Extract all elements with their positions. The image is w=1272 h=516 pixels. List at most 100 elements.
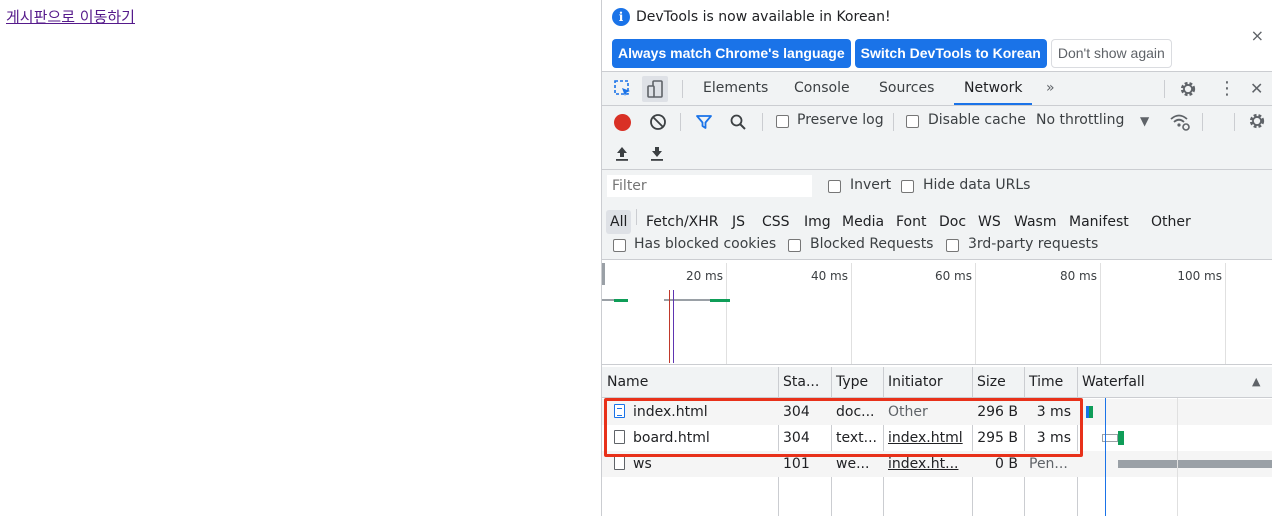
invert-label: Invert xyxy=(850,177,892,193)
overview-gridline xyxy=(851,263,852,364)
board-link[interactable]: 게시판으로 이동하기 xyxy=(6,6,135,27)
file-icon xyxy=(614,456,625,470)
load-event-line xyxy=(669,290,670,363)
column-status[interactable]: Sta... xyxy=(778,367,831,397)
type-filter-divider xyxy=(636,209,637,225)
inspect-element-icon[interactable] xyxy=(610,76,636,102)
settings-gear-icon[interactable] xyxy=(1175,76,1201,102)
resource-type-filters: All Fetch/XHR JS CSS Img Media Font Doc … xyxy=(602,204,1272,234)
search-icon[interactable] xyxy=(729,113,747,135)
type-filter-other[interactable]: Other xyxy=(1151,210,1191,234)
waterfall-bar xyxy=(1118,460,1272,468)
has-blocked-cookies-checkbox[interactable] xyxy=(613,239,626,252)
column-name[interactable]: Name xyxy=(602,367,778,397)
overview-gridline xyxy=(1100,263,1101,364)
type-filter-all[interactable]: All xyxy=(606,210,632,234)
toolbar-divider xyxy=(680,113,681,131)
filter-funnel-icon[interactable] xyxy=(695,113,713,135)
waterfall-marker-line xyxy=(1105,398,1106,516)
tab-network[interactable]: Network xyxy=(954,72,1033,105)
blocked-requests-label: Blocked Requests xyxy=(810,236,934,252)
overview-tick-label: 100 ms xyxy=(1177,269,1222,283)
network-overview[interactable]: 20 ms 40 ms 60 ms 80 ms 100 ms xyxy=(602,263,1272,365)
type-filter-wasm[interactable]: Wasm xyxy=(1014,210,1056,234)
has-blocked-cookies-label: Has blocked cookies xyxy=(634,236,777,252)
highlight-box xyxy=(604,398,1083,457)
network-conditions-icon[interactable] xyxy=(1169,112,1191,136)
tabbar-divider xyxy=(682,80,683,98)
column-waterfall[interactable]: Waterfall xyxy=(1077,367,1247,397)
type-filter-font[interactable]: Font xyxy=(896,210,926,234)
overview-bar xyxy=(614,299,628,302)
import-har-icon[interactable] xyxy=(614,144,630,166)
invert-checkbox[interactable] xyxy=(828,180,841,193)
language-infobar: i DevTools is now available in Korean! ×… xyxy=(602,0,1272,72)
device-toolbar-icon[interactable] xyxy=(642,76,668,102)
overview-bar xyxy=(710,299,730,302)
tab-console[interactable]: Console xyxy=(794,72,850,105)
record-icon[interactable] xyxy=(614,114,631,131)
column-initiator[interactable]: Initiator xyxy=(883,367,972,397)
overview-tick-label: 60 ms xyxy=(934,269,972,283)
sort-ascending-icon[interactable]: ▲ xyxy=(1247,367,1271,397)
overview-tick-label: 20 ms xyxy=(685,269,723,283)
preserve-log-label: Preserve log xyxy=(797,112,884,128)
overview-bar xyxy=(664,299,710,301)
throttling-dropdown-icon[interactable]: ▼ xyxy=(1140,114,1149,128)
blocked-requests-checkbox[interactable] xyxy=(788,239,801,252)
toolbar-divider-5 xyxy=(1234,113,1235,131)
close-devtools-icon[interactable]: ✕ xyxy=(1250,72,1263,105)
disable-cache-checkbox[interactable] xyxy=(906,115,919,128)
column-type[interactable]: Type xyxy=(831,367,883,397)
filter-input[interactable] xyxy=(607,175,812,197)
always-match-language-button[interactable]: Always match Chrome's language xyxy=(612,39,851,68)
waterfall-bar xyxy=(1089,406,1093,418)
overview-gridline xyxy=(975,263,976,364)
toolbar-divider-4 xyxy=(1202,113,1203,131)
dom-content-loaded-line xyxy=(673,290,674,363)
kebab-menu-icon[interactable]: ⋮ xyxy=(1218,72,1236,105)
network-settings-gear-icon[interactable] xyxy=(1248,112,1266,134)
type-filter-img[interactable]: Img xyxy=(804,210,831,234)
toolbar-divider-2 xyxy=(762,113,763,131)
type-filter-manifest[interactable]: Manifest xyxy=(1069,210,1129,234)
hide-data-urls-label: Hide data URLs xyxy=(923,177,1031,193)
overview-gridline xyxy=(1225,263,1226,364)
overview-gridline xyxy=(726,263,727,364)
column-size[interactable]: Size xyxy=(972,367,1024,397)
toolbar-divider-3 xyxy=(893,113,894,131)
more-tabs-icon[interactable]: » xyxy=(1046,72,1055,105)
overview-bar xyxy=(602,299,614,301)
type-filter-css[interactable]: CSS xyxy=(762,210,790,234)
waterfall-gridline xyxy=(1177,398,1178,516)
infobar-close-icon[interactable]: × xyxy=(1251,26,1264,45)
export-har-icon[interactable] xyxy=(649,144,665,166)
overview-tick-label: 40 ms xyxy=(810,269,848,283)
type-filter-ws[interactable]: WS xyxy=(978,210,1001,234)
overview-tick-label: 80 ms xyxy=(1059,269,1097,283)
throttling-select[interactable]: No throttling xyxy=(1036,112,1124,128)
tabbar-divider-right xyxy=(1164,80,1165,98)
third-party-requests-label: 3rd-party requests xyxy=(968,236,1099,252)
type-filter-media[interactable]: Media xyxy=(842,210,884,234)
hide-data-urls-checkbox[interactable] xyxy=(901,180,914,193)
request-name-text: ws xyxy=(633,456,652,472)
overview-left-handle[interactable] xyxy=(602,263,605,285)
tab-sources[interactable]: Sources xyxy=(879,72,934,105)
type-filter-js[interactable]: JS xyxy=(732,210,745,234)
devtools-tabbar: Elements Console Sources Network » ⋮ ✕ xyxy=(602,72,1272,106)
preserve-log-checkbox[interactable] xyxy=(776,115,789,128)
infobar-message: DevTools is now available in Korean! xyxy=(636,9,891,25)
switch-to-korean-button[interactable]: Switch DevTools to Korean xyxy=(854,39,1047,68)
dont-show-again-button[interactable]: Don't show again xyxy=(1050,39,1172,68)
column-time[interactable]: Time xyxy=(1024,367,1077,397)
type-filter-doc[interactable]: Doc xyxy=(939,210,966,234)
disable-cache-label: Disable cache xyxy=(928,112,1026,128)
tab-elements[interactable]: Elements xyxy=(703,72,768,105)
third-party-requests-checkbox[interactable] xyxy=(946,239,959,252)
info-icon: i xyxy=(612,8,630,26)
type-filter-fetch-xhr[interactable]: Fetch/XHR xyxy=(646,210,719,234)
waterfall-bar xyxy=(1118,431,1124,445)
clear-icon[interactable] xyxy=(649,113,667,135)
filter-bar: Invert Hide data URLs All Fetch/XHR JS C… xyxy=(602,170,1272,260)
